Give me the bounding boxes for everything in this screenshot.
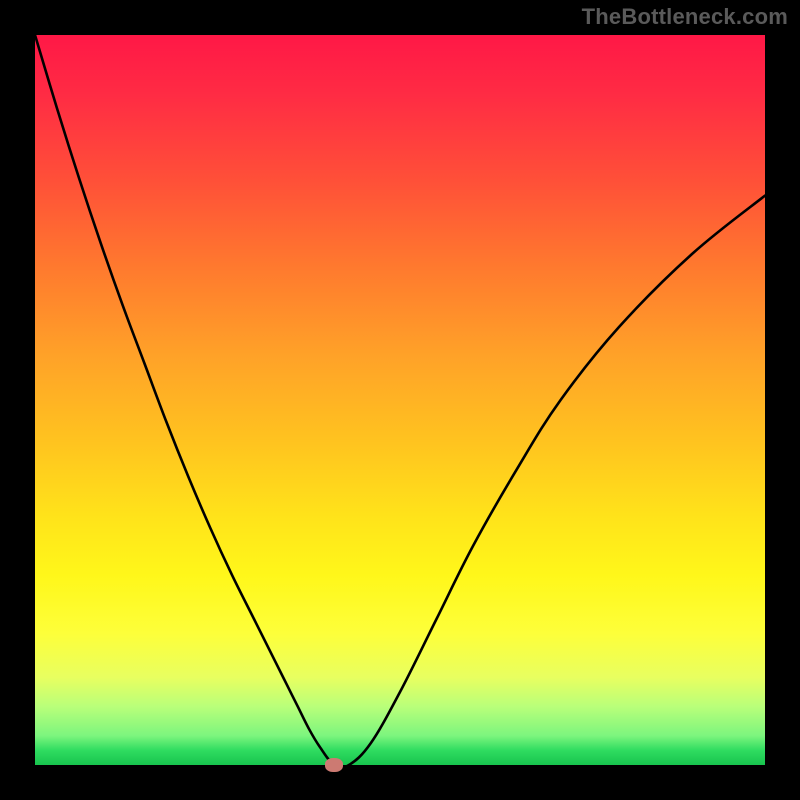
curve-svg [35, 35, 765, 765]
watermark-text: TheBottleneck.com [582, 4, 788, 30]
optimal-point-marker [325, 758, 343, 772]
plot-area [35, 35, 765, 765]
bottleneck-curve [35, 35, 765, 765]
chart-frame: TheBottleneck.com [0, 0, 800, 800]
